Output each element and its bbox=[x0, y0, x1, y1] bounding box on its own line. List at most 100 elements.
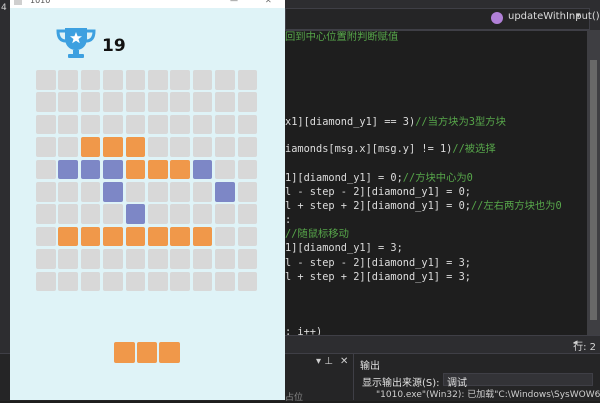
board-cell-orange[interactable] bbox=[125, 159, 146, 180]
board-cell-orange[interactable] bbox=[170, 226, 190, 247]
board-cell-blue[interactable] bbox=[80, 159, 101, 180]
board-cell-empty[interactable] bbox=[36, 159, 56, 180]
board-cell-blue[interactable] bbox=[103, 182, 123, 202]
board-cell-empty[interactable] bbox=[170, 249, 190, 269]
board-cell-empty[interactable] bbox=[36, 92, 56, 112]
board-cell-empty[interactable] bbox=[103, 92, 123, 112]
board-cell-empty[interactable] bbox=[36, 182, 56, 202]
board-cell-empty[interactable] bbox=[215, 137, 235, 157]
board-cell-empty[interactable] bbox=[192, 114, 213, 135]
board-cell-empty[interactable] bbox=[215, 92, 235, 112]
board-cell-empty[interactable] bbox=[215, 114, 235, 135]
board-cell-orange[interactable] bbox=[125, 137, 146, 157]
board-cell-empty[interactable] bbox=[58, 249, 78, 269]
board-cell-empty[interactable] bbox=[36, 249, 56, 269]
board-cell-blue[interactable] bbox=[125, 204, 146, 224]
board-cell-orange[interactable] bbox=[170, 159, 190, 180]
board-cell-orange[interactable] bbox=[58, 226, 78, 247]
board-cell-empty[interactable] bbox=[237, 159, 258, 180]
board-cell-empty[interactable] bbox=[237, 182, 258, 202]
board-cell-empty[interactable] bbox=[103, 114, 123, 135]
board-cell-empty[interactable] bbox=[80, 70, 101, 90]
board-cell-empty[interactable] bbox=[170, 114, 190, 135]
board-cell-empty[interactable] bbox=[237, 137, 258, 157]
board-cell-empty[interactable] bbox=[215, 226, 235, 247]
board-cell-empty[interactable] bbox=[192, 70, 213, 90]
board-cell-empty[interactable] bbox=[170, 204, 190, 224]
board-cell-orange[interactable] bbox=[80, 226, 101, 247]
scrollbar-thumb[interactable] bbox=[590, 60, 597, 320]
chevron-down-icon[interactable]: ▾ bbox=[576, 11, 581, 21]
board-cell-empty[interactable] bbox=[237, 92, 258, 112]
board-cell-empty[interactable] bbox=[80, 114, 101, 135]
board-cell-empty[interactable] bbox=[170, 271, 190, 292]
board-cell-orange[interactable] bbox=[103, 137, 123, 157]
piece-block[interactable] bbox=[159, 342, 180, 363]
board-cell-empty[interactable] bbox=[58, 204, 78, 224]
board-cell-empty[interactable] bbox=[80, 204, 101, 224]
board-cell-empty[interactable] bbox=[237, 249, 258, 269]
board-cell-empty[interactable] bbox=[125, 182, 146, 202]
board-cell-empty[interactable] bbox=[170, 92, 190, 112]
board-cell-empty[interactable] bbox=[36, 271, 56, 292]
board-cell-blue[interactable] bbox=[215, 182, 235, 202]
board-cell-empty[interactable] bbox=[148, 182, 168, 202]
board-cell-empty[interactable] bbox=[170, 70, 190, 90]
next-piece[interactable] bbox=[114, 342, 184, 366]
board-cell-empty[interactable] bbox=[237, 204, 258, 224]
board-cell-empty[interactable] bbox=[148, 137, 168, 157]
board-cell-empty[interactable] bbox=[192, 137, 213, 157]
game-board[interactable] bbox=[36, 70, 259, 293]
close-icon[interactable]: ✕ bbox=[340, 356, 348, 367]
board-cell-empty[interactable] bbox=[192, 92, 213, 112]
board-cell-empty[interactable] bbox=[215, 249, 235, 269]
board-cell-empty[interactable] bbox=[237, 70, 258, 90]
board-cell-orange[interactable] bbox=[192, 226, 213, 247]
board-cell-empty[interactable] bbox=[80, 271, 101, 292]
board-cell-empty[interactable] bbox=[80, 249, 101, 269]
board-cell-empty[interactable] bbox=[58, 137, 78, 157]
board-cell-empty[interactable] bbox=[125, 271, 146, 292]
board-cell-orange[interactable] bbox=[125, 226, 146, 247]
board-cell-empty[interactable] bbox=[80, 182, 101, 202]
board-cell-empty[interactable] bbox=[215, 204, 235, 224]
board-cell-empty[interactable] bbox=[170, 137, 190, 157]
board-cell-empty[interactable] bbox=[103, 204, 123, 224]
board-cell-empty[interactable] bbox=[58, 70, 78, 90]
board-cell-empty[interactable] bbox=[148, 114, 168, 135]
board-cell-blue[interactable] bbox=[192, 159, 213, 180]
board-cell-empty[interactable] bbox=[36, 70, 56, 90]
board-cell-empty[interactable] bbox=[125, 114, 146, 135]
board-cell-empty[interactable] bbox=[58, 271, 78, 292]
board-cell-empty[interactable] bbox=[148, 249, 168, 269]
board-cell-orange[interactable] bbox=[148, 226, 168, 247]
close-window-icon[interactable]: ✕ bbox=[265, 0, 272, 5]
board-cell-empty[interactable] bbox=[148, 271, 168, 292]
board-cell-empty[interactable] bbox=[125, 70, 146, 90]
piece-block[interactable] bbox=[114, 342, 135, 363]
board-cell-empty[interactable] bbox=[215, 159, 235, 180]
board-cell-empty[interactable] bbox=[192, 271, 213, 292]
board-cell-empty[interactable] bbox=[58, 182, 78, 202]
board-cell-empty[interactable] bbox=[148, 70, 168, 90]
board-cell-empty[interactable] bbox=[148, 92, 168, 112]
board-cell-empty[interactable] bbox=[192, 249, 213, 269]
board-cell-blue[interactable] bbox=[58, 159, 78, 180]
board-cell-empty[interactable] bbox=[103, 249, 123, 269]
board-cell-orange[interactable] bbox=[103, 226, 123, 247]
minimize-icon[interactable]: — bbox=[230, 0, 238, 5]
board-cell-empty[interactable] bbox=[36, 137, 56, 157]
board-cell-empty[interactable] bbox=[192, 182, 213, 202]
board-cell-empty[interactable] bbox=[170, 182, 190, 202]
board-cell-empty[interactable] bbox=[148, 204, 168, 224]
board-cell-empty[interactable] bbox=[36, 226, 56, 247]
board-cell-empty[interactable] bbox=[237, 271, 258, 292]
board-cell-empty[interactable] bbox=[237, 114, 258, 135]
piece-block[interactable] bbox=[136, 342, 157, 363]
function-navigation-dropdown[interactable]: updateWithInput() ▾ bbox=[285, 8, 600, 30]
board-cell-empty[interactable] bbox=[36, 204, 56, 224]
board-cell-empty[interactable] bbox=[103, 271, 123, 292]
board-cell-empty[interactable] bbox=[215, 70, 235, 90]
board-cell-empty[interactable] bbox=[125, 249, 146, 269]
editor-scrollbar[interactable] bbox=[587, 30, 600, 348]
